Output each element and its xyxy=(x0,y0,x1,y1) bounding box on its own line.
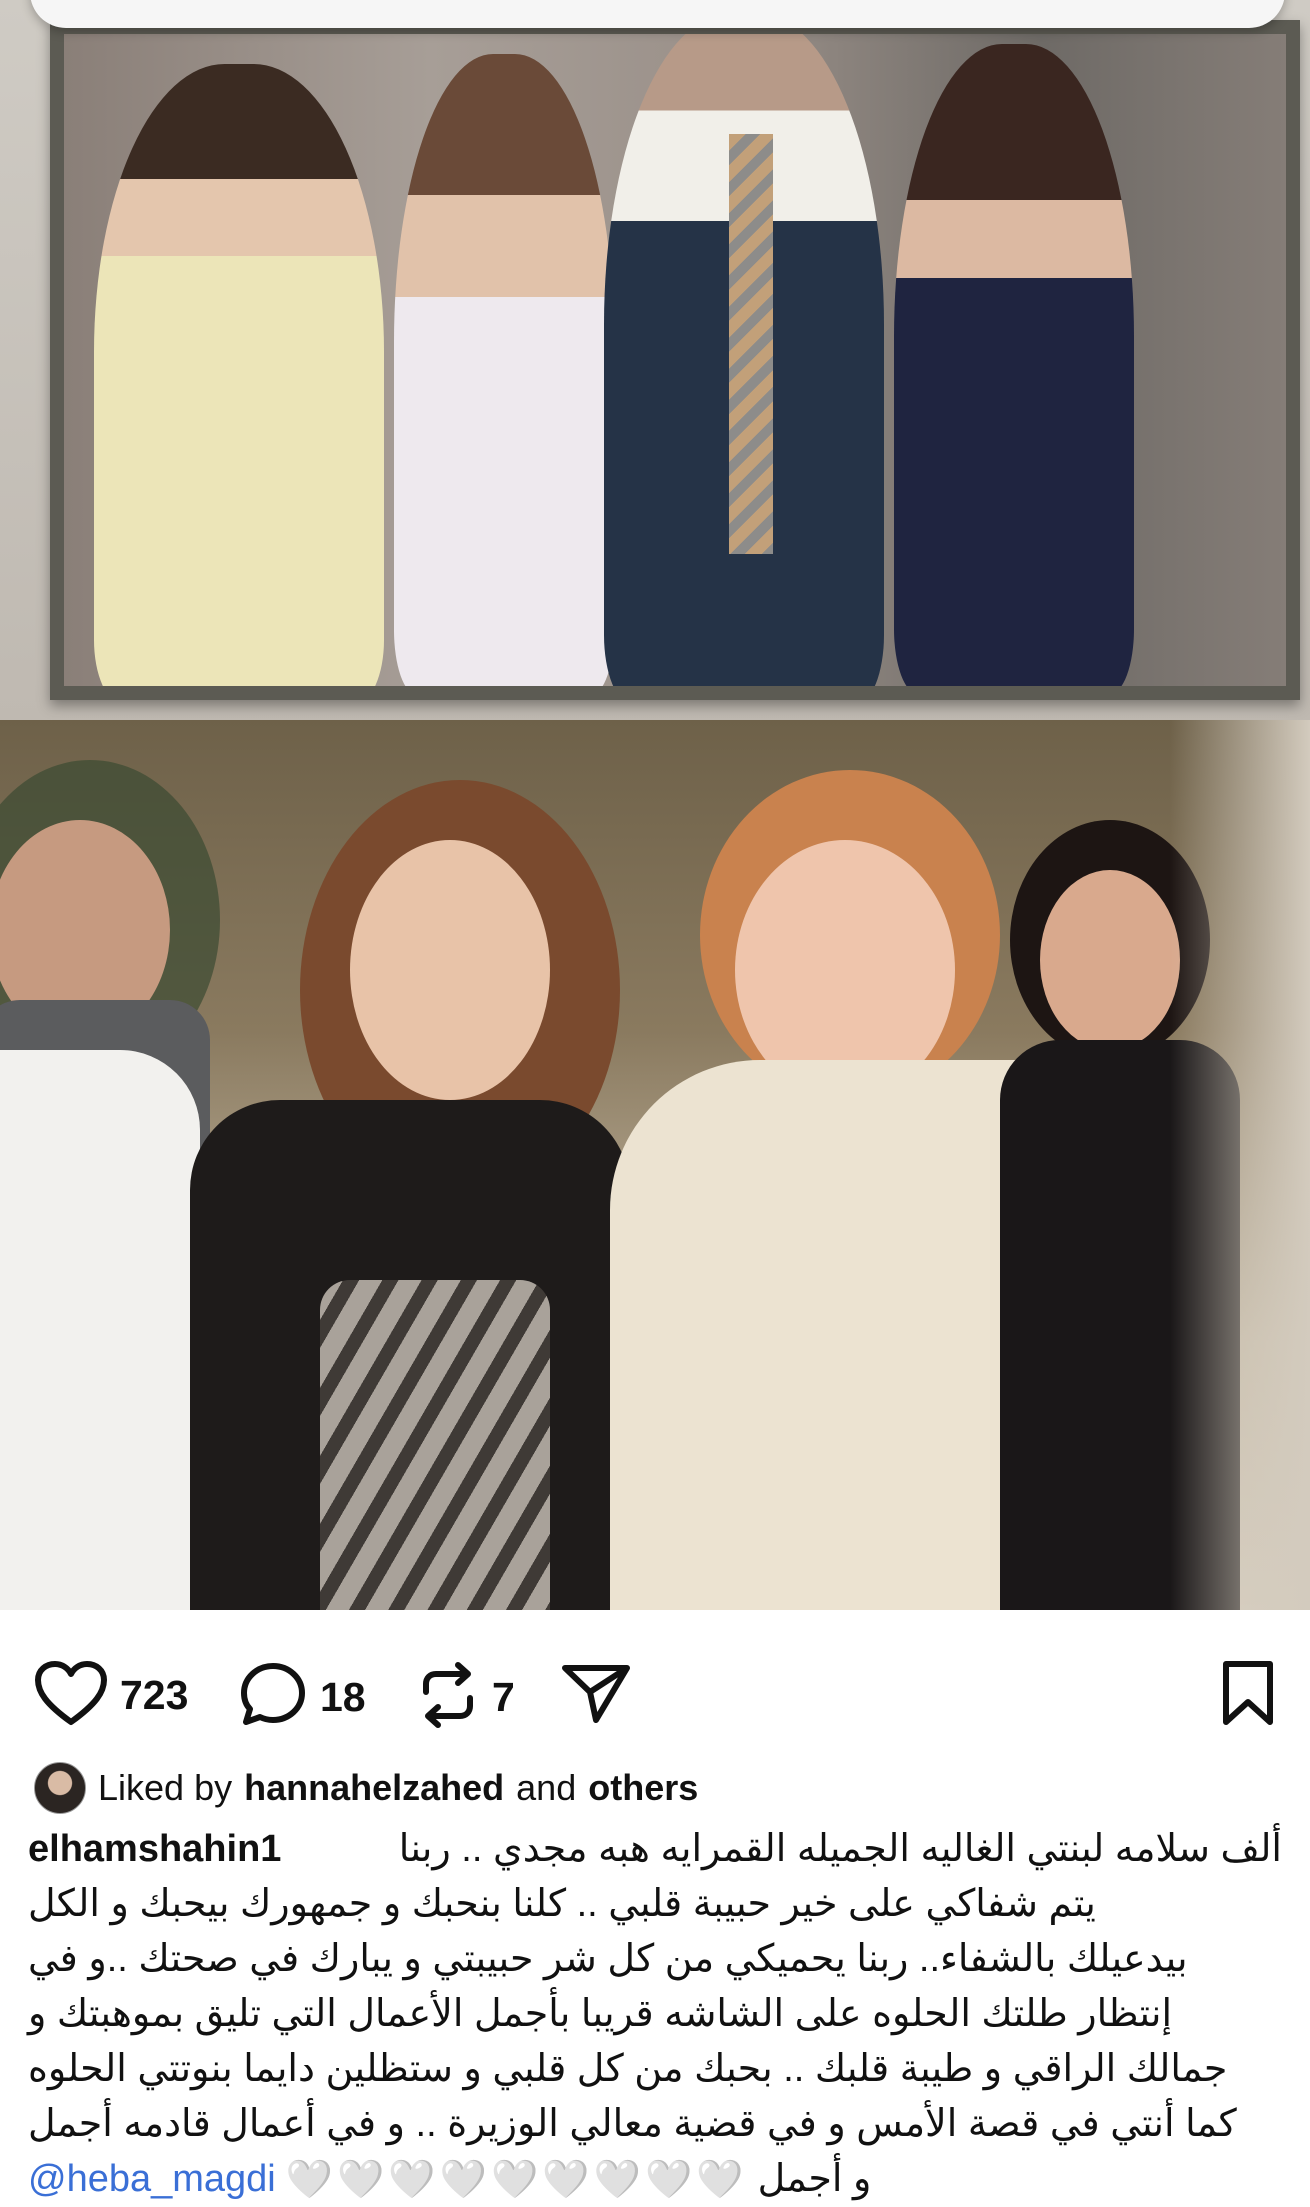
event-photo xyxy=(0,720,1310,1610)
liked-by-joiner: and xyxy=(516,1767,577,1808)
caption-line: يتم شفاكي على خير حبيبة قلبي .. كلنا بنح… xyxy=(28,1883,1096,1925)
caption-first-line: elhamshahin1 ألف سلامه لبنتي الغاليه الج… xyxy=(28,1822,1282,1877)
like-action[interactable]: 723 xyxy=(34,1660,188,1731)
liker-avatar[interactable] xyxy=(34,1762,86,1814)
comment-icon[interactable] xyxy=(238,1660,308,1735)
liked-by-prefix: Liked by xyxy=(98,1767,233,1808)
repost-icon[interactable] xyxy=(416,1660,480,1735)
caption-line: كما أنتي في قصة الأمس و في قضية معالي ال… xyxy=(28,2103,1237,2145)
send-icon[interactable] xyxy=(560,1660,632,1731)
caption-username[interactable]: elhamshahin1 xyxy=(28,1822,281,1877)
white-hearts-emoji: 🤍🤍🤍🤍🤍🤍🤍🤍🤍 xyxy=(285,2157,748,2201)
mention-link[interactable]: @heba_magdi xyxy=(28,2152,276,2207)
comment-action[interactable]: 18 xyxy=(238,1660,366,1735)
caption-line: جمالك الراقي و طيبة قلبك .. بحبك من كل ق… xyxy=(28,2048,1228,2090)
overlay-card xyxy=(30,0,1285,28)
caption-last-line: و أجمل 🤍🤍🤍🤍🤍🤍🤍🤍🤍 @heba_magdi xyxy=(28,2152,1282,2207)
post-image[interactable] xyxy=(0,0,1310,1610)
repost-action[interactable]: 7 xyxy=(416,1660,515,1735)
liked-by-others[interactable]: others xyxy=(588,1767,698,1809)
caption-line: بيدعيلك بالشفاء.. ربنا يحميكي من كل شر ح… xyxy=(28,1938,1188,1980)
caption-line: ألف سلامه لبنتي الغاليه الجميله القمرايه… xyxy=(398,1828,1282,1870)
save-action[interactable] xyxy=(1220,1660,1276,1731)
framed-photo xyxy=(50,20,1300,700)
comments-count[interactable]: 18 xyxy=(320,1674,366,1721)
caption-line: و أجمل xyxy=(757,2158,872,2200)
bookmark-icon[interactable] xyxy=(1220,1660,1276,1731)
caption-line: إنتظار طلتك الحلوه على الشاشه قريبا بأجم… xyxy=(28,1993,1173,2035)
share-action[interactable] xyxy=(560,1660,632,1731)
post-caption: elhamshahin1 ألف سلامه لبنتي الغاليه الج… xyxy=(28,1822,1282,2207)
likes-count[interactable]: 723 xyxy=(120,1672,188,1719)
liked-by-row[interactable]: Liked by hannahelzahed and others xyxy=(34,1760,698,1816)
heart-icon[interactable] xyxy=(34,1660,108,1731)
liker-username[interactable]: hannahelzahed xyxy=(244,1767,504,1809)
reposts-count[interactable]: 7 xyxy=(492,1674,515,1721)
post-actions-bar: 723 18 7 xyxy=(0,1640,1310,1730)
